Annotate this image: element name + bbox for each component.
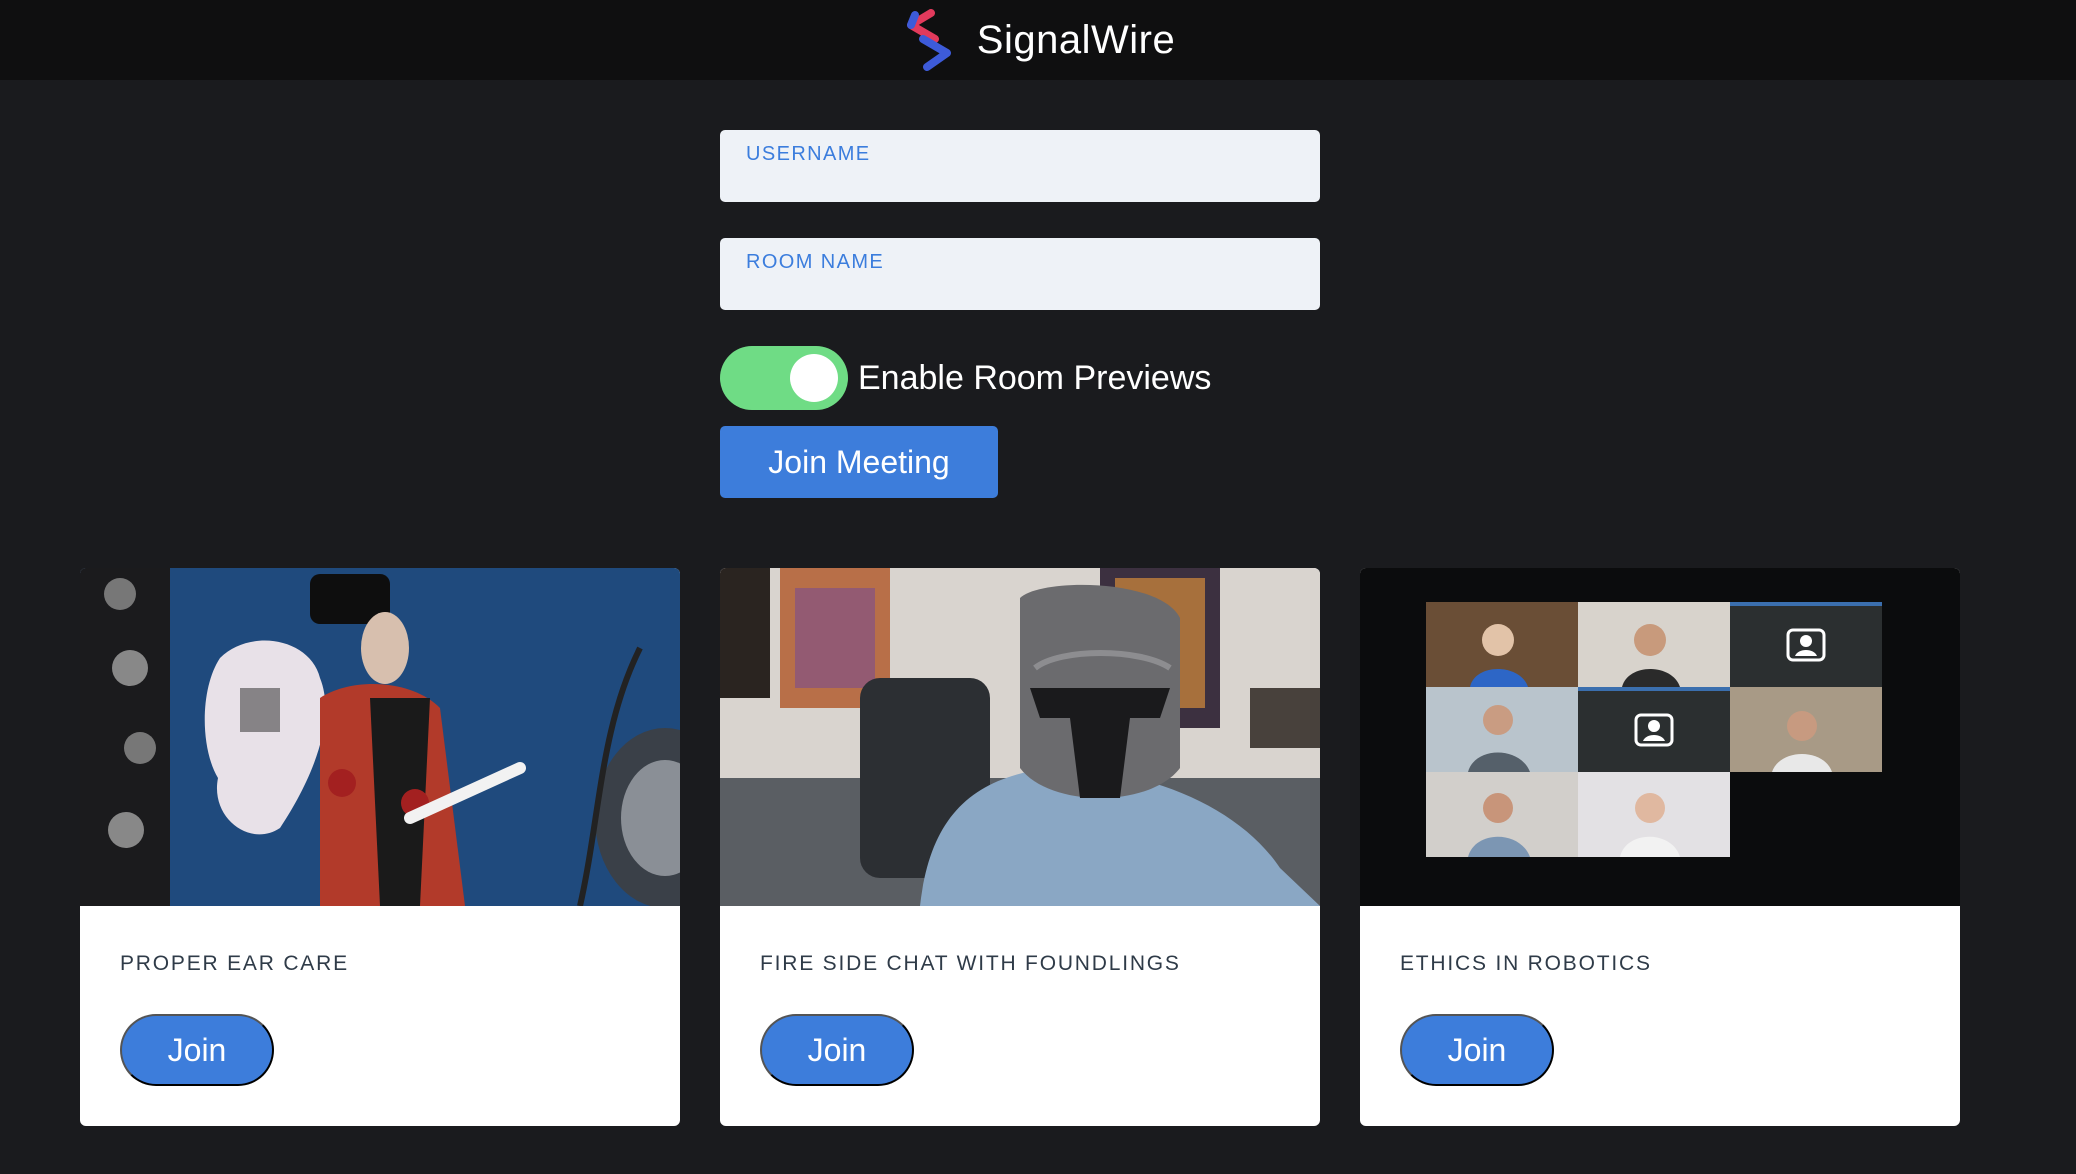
room-card: PROPER EAR CARE Join: [80, 568, 680, 1126]
top-bar: SignalWire: [0, 0, 2076, 80]
username-input[interactable]: [746, 166, 1294, 198]
room-previews-row: Enable Room Previews: [720, 346, 1211, 410]
join-room-button[interactable]: Join: [120, 1014, 274, 1086]
room-title: PROPER EAR CARE: [120, 952, 349, 975]
username-field[interactable]: USERNAME: [720, 130, 1320, 202]
room-previews-toggle[interactable]: [720, 346, 848, 410]
room-card: ETHICS IN ROBOTICS Join: [1360, 568, 1960, 1126]
room-preview-image: [80, 568, 680, 906]
room-card: FIRE SIDE CHAT WITH FOUNDLINGS Join: [720, 568, 1320, 1126]
join-meeting-button[interactable]: Join Meeting: [720, 426, 998, 498]
signalwire-logo-icon: [906, 9, 951, 71]
brand-name: SignalWire: [976, 17, 1176, 62]
join-room-button[interactable]: Join: [1400, 1014, 1554, 1086]
room-name-label: ROOM NAME: [746, 251, 885, 273]
room-name-input[interactable]: [746, 274, 1294, 306]
room-title: FIRE SIDE CHAT WITH FOUNDLINGS: [760, 952, 1181, 975]
room-previews-label: Enable Room Previews: [858, 358, 1212, 397]
room-preview-image: [1360, 568, 1960, 906]
join-room-button[interactable]: Join: [760, 1014, 914, 1086]
room-preview-image: [720, 568, 1320, 906]
toggle-knob: [790, 354, 838, 402]
room-name-field[interactable]: ROOM NAME: [720, 238, 1320, 310]
room-title: ETHICS IN ROBOTICS: [1400, 952, 1652, 975]
username-label: USERNAME: [746, 143, 871, 165]
